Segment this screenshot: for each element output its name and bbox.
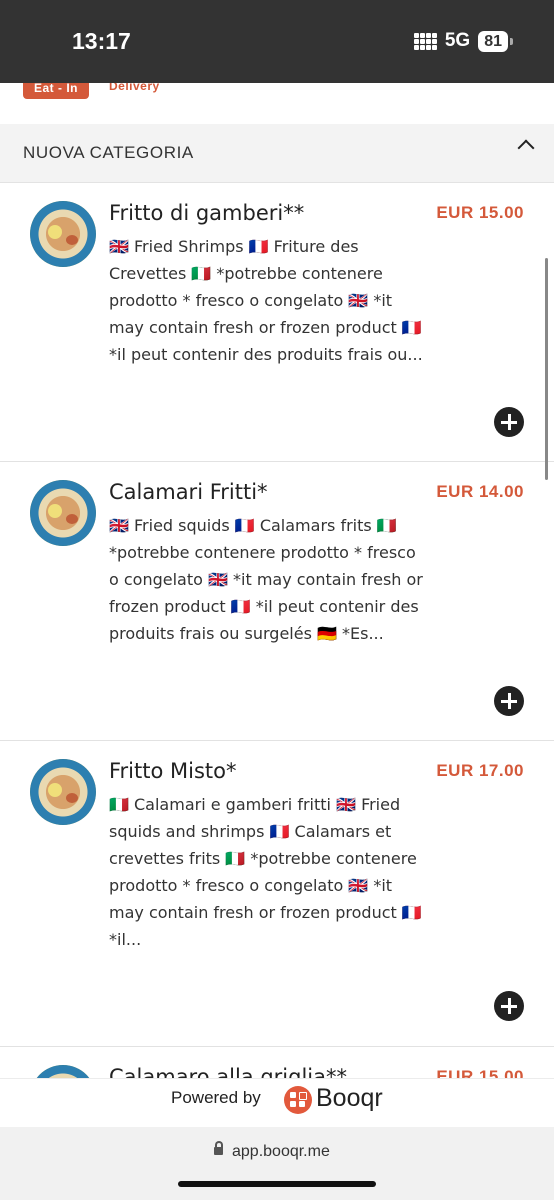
status-time: 13:17 — [72, 28, 131, 54]
order-type-tabs: Eat - In Delivery — [0, 83, 554, 123]
menu-page[interactable]: Eat - In Delivery NUOVA CATEGORIA Fritto… — [0, 83, 554, 1078]
browser-url-bar[interactable]: app.booqr.me — [0, 1127, 554, 1200]
dish-photo — [30, 1065, 96, 1078]
status-icons: 5G 81 — [413, 30, 513, 52]
scrollbar[interactable] — [545, 258, 548, 480]
menu-item[interactable]: Fritto di gamberi** EUR 15.00 🇬🇧 Fried S… — [0, 183, 554, 462]
signal-icon — [413, 32, 437, 50]
category-header[interactable]: NUOVA CATEGORIA — [0, 124, 554, 183]
item-name: Fritto Misto* — [109, 759, 237, 783]
item-name: Calamaro alla griglia** — [109, 1065, 348, 1078]
home-indicator — [178, 1181, 376, 1187]
brand-name: Booqr — [316, 1084, 383, 1112]
menu-item[interactable]: Fritto Misto* EUR 17.00 🇮🇹 Calamari e ga… — [0, 741, 554, 1047]
menu-item[interactable]: Calamari Fritti* EUR 14.00 🇬🇧 Fried squi… — [0, 462, 554, 741]
powered-by-footer: Powered by Booqr — [0, 1078, 554, 1127]
item-description: 🇮🇹 Calamari e gamberi fritti 🇬🇧 Fried sq… — [109, 795, 422, 949]
item-description: 🇬🇧 Fried Shrimps 🇫🇷 Friture des Crevette… — [109, 237, 423, 364]
item-description: 🇬🇧 Fried squids 🇫🇷 Calamars frits 🇮🇹 *po… — [109, 516, 423, 643]
dish-photo — [30, 480, 96, 546]
item-price: EUR 15.00 — [436, 203, 524, 222]
powered-by-label: Powered by — [171, 1088, 261, 1107]
url-text[interactable]: app.booqr.me — [232, 1143, 330, 1161]
status-bar: 13:17 5G 81 — [0, 0, 554, 83]
add-icon[interactable] — [494, 686, 524, 716]
tab-eat-in[interactable]: Eat - In — [23, 83, 90, 99]
add-icon[interactable] — [494, 991, 524, 1021]
lock-icon — [214, 1141, 223, 1155]
item-name: Calamari Fritti* — [109, 480, 268, 504]
item-price: EUR 15.00 — [436, 1067, 524, 1078]
menu-item[interactable]: Calamaro alla griglia** EUR 15.00 — [0, 1047, 554, 1078]
battery-icon: 81 — [478, 30, 513, 52]
item-name: Fritto di gamberi** — [109, 201, 305, 225]
category-title: NUOVA CATEGORIA — [23, 143, 194, 162]
dish-photo — [30, 759, 96, 825]
booqr-logo-icon — [284, 1086, 312, 1114]
add-icon[interactable] — [494, 407, 524, 437]
dish-photo — [30, 201, 96, 267]
tab-delivery[interactable]: Delivery — [109, 83, 160, 93]
item-price: EUR 14.00 — [436, 482, 524, 501]
chevron-up-icon[interactable] — [517, 139, 535, 157]
item-price: EUR 17.00 — [436, 761, 524, 780]
network-label: 5G — [444, 30, 471, 51]
